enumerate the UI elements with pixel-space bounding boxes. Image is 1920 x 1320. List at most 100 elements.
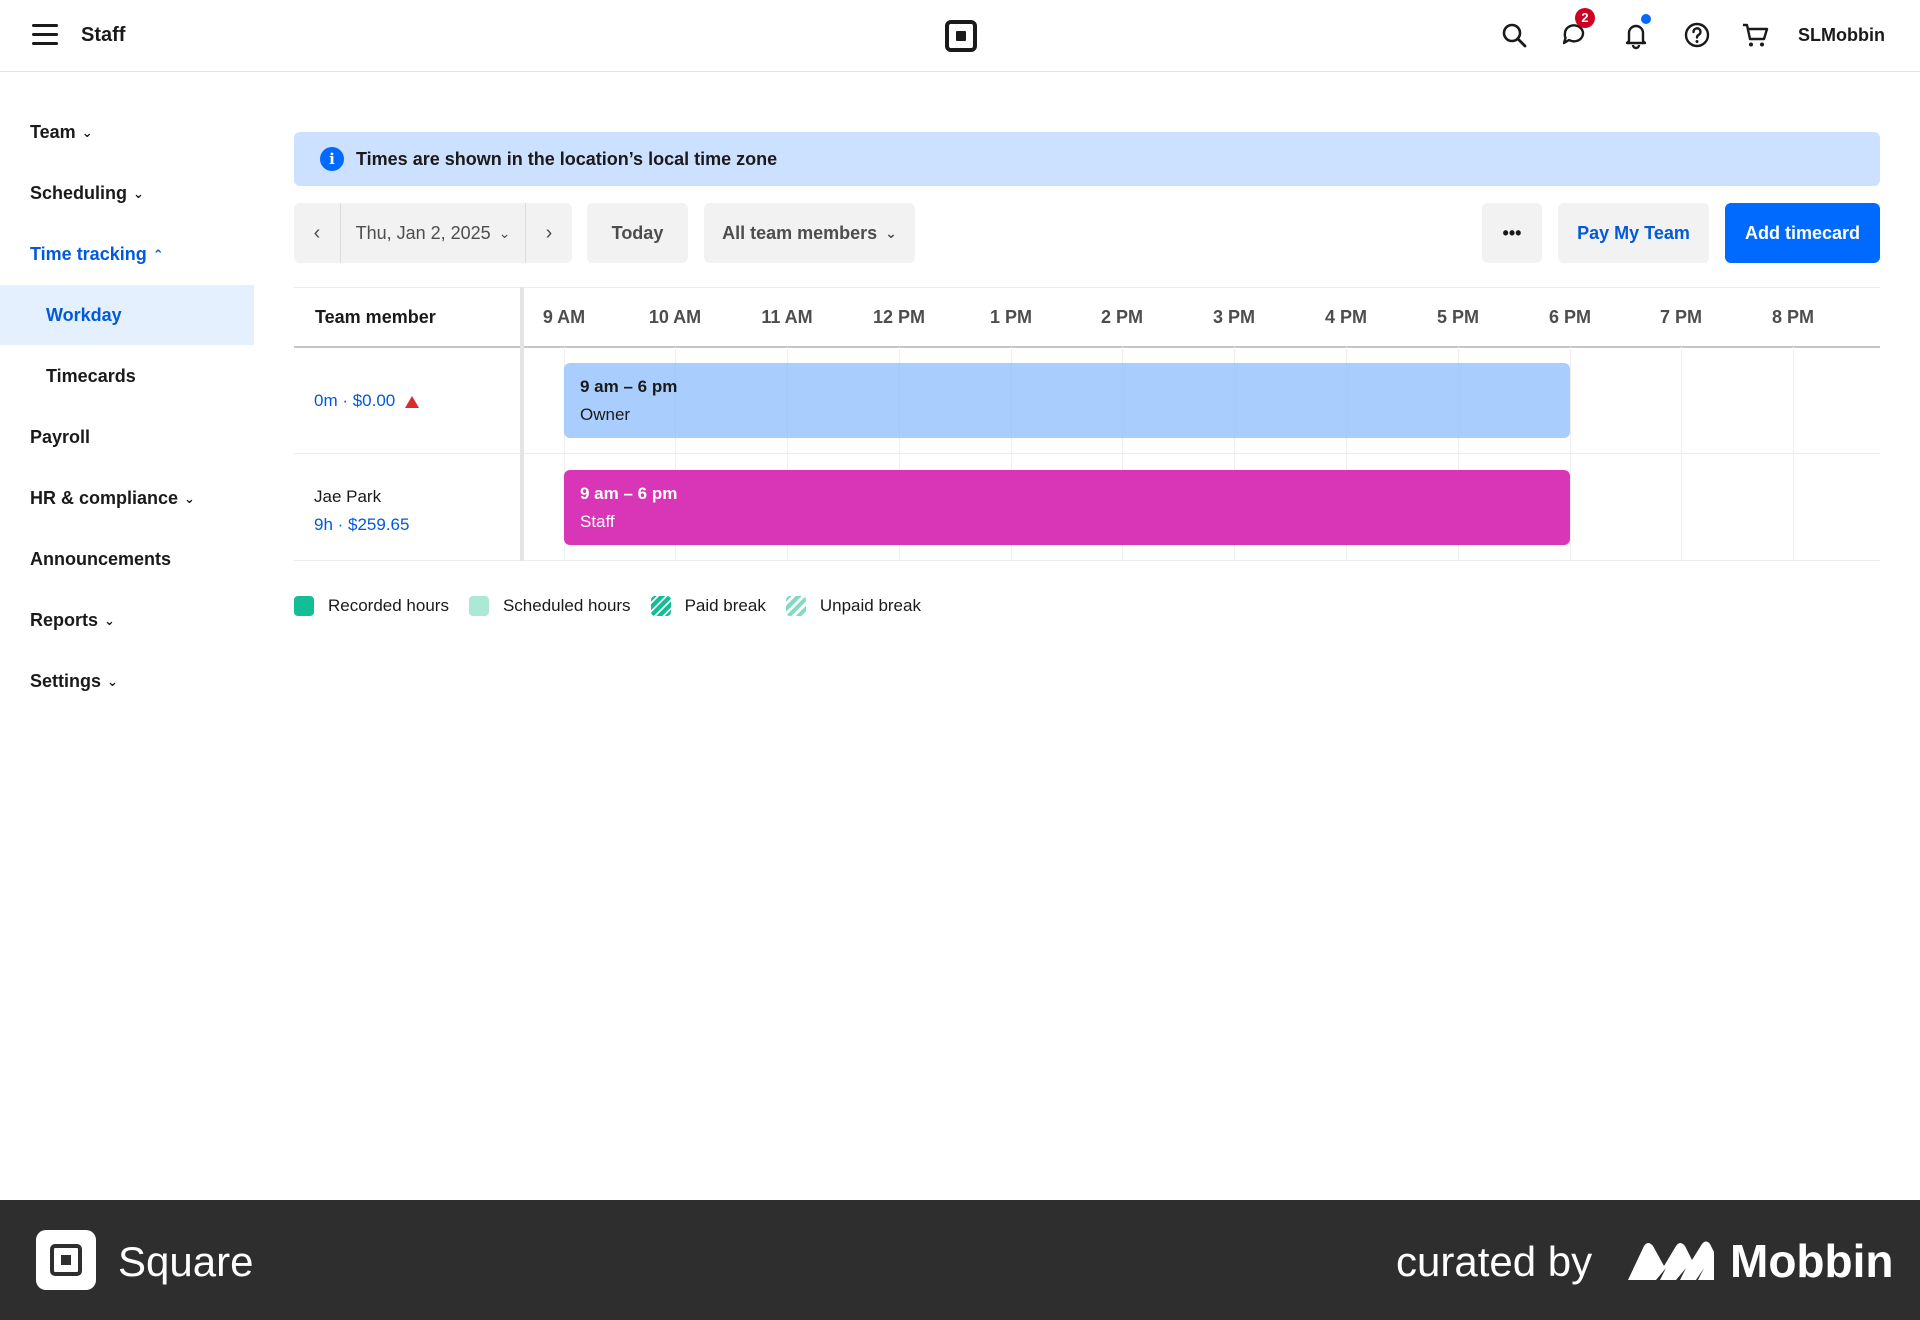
more-options-button[interactable]: •••: [1482, 203, 1542, 263]
sidebar-item-label: Reports: [30, 610, 99, 630]
team-member-name: Jae Park: [314, 487, 382, 506]
sidebar-item-label: Settings: [30, 671, 102, 691]
timezone-banner: i Times are shown in the location’s loca…: [294, 132, 1880, 186]
hour-label: 12 PM: [872, 307, 926, 327]
hour-label: 2 PM: [1100, 307, 1144, 327]
workday-timeline: Team member 9 AM 10 AM 11 AM 12 PM 1 PM …: [294, 287, 1880, 561]
sidebar-item-label: HR & compliance: [30, 488, 179, 508]
shift-block[interactable]: 9 am – 6 pm Owner: [564, 363, 1570, 438]
legend-label: Recorded hours: [328, 596, 449, 615]
hour-label: 6 PM: [1548, 307, 1592, 327]
pay-my-team-button[interactable]: Pay My Team: [1558, 203, 1709, 263]
sidebar-item-label: Payroll: [30, 427, 91, 447]
shift-time: 9 am – 6 pm: [580, 377, 678, 396]
bell-icon[interactable]: [1621, 14, 1651, 50]
previous-day-button[interactable]: ‹: [294, 203, 340, 263]
next-day-button[interactable]: ›: [526, 203, 572, 263]
date-navigator: ‹ Thu, Jan 2, 2025 ⌄ ›: [294, 203, 572, 263]
legend-label: Unpaid break: [819, 596, 921, 615]
date-picker[interactable]: Thu, Jan 2, 2025 ⌄: [340, 203, 526, 263]
footer-curated-text: curated by: [1396, 1238, 1593, 1285]
shift-time: 9 am – 6 pm: [580, 484, 678, 503]
mobbin-logo-icon: [1628, 1241, 1714, 1280]
sidebar-item-settings[interactable]: Settings ⌄: [30, 671, 118, 692]
sidebar-item-workday[interactable]: Workday: [0, 285, 254, 345]
sidebar-item-announcements[interactable]: Announcements: [30, 549, 171, 570]
square-logo-icon: [36, 1230, 96, 1290]
paid-break-swatch: [650, 596, 671, 616]
chevron-down-icon: ⌄: [184, 490, 195, 506]
sidebar-item-label: Scheduling: [30, 183, 128, 203]
add-timecard-button[interactable]: Add timecard: [1725, 203, 1880, 263]
messages-badge: 2: [1575, 8, 1595, 28]
sidebar-item-label: Team: [30, 122, 76, 142]
legend-label: Paid break: [684, 596, 766, 615]
sidebar-item-team[interactable]: Team ⌄: [30, 122, 93, 143]
legend-label: Scheduled hours: [502, 596, 631, 615]
hour-gridline: [1570, 347, 1571, 561]
team-member-column-header: Team member: [315, 307, 436, 327]
today-button[interactable]: Today: [587, 203, 688, 263]
grid-line: [294, 560, 1880, 561]
info-icon: i: [320, 147, 344, 171]
team-member-filter[interactable]: All team members ⌄: [704, 203, 915, 263]
chevron-down-icon: ⌄: [498, 224, 511, 241]
column-divider: [520, 287, 524, 561]
recorded-hours-swatch: [294, 596, 314, 616]
chevron-up-icon: ⌃: [152, 246, 164, 262]
sidebar: Team ⌄ Scheduling ⌄ Time tracking ⌃ Workday…: [0, 72, 254, 1200]
sidebar-item-timecards[interactable]: Timecards: [0, 346, 254, 406]
shift-role: Staff: [580, 512, 615, 531]
row-summary: 0m · $0.00: [314, 391, 396, 410]
hour-label: 11 AM: [761, 307, 813, 327]
hour-gridline: [1793, 347, 1794, 561]
legend-item: Unpaid break: [785, 596, 921, 616]
cart-icon[interactable]: [1740, 20, 1770, 50]
hour-label: 1 PM: [989, 307, 1033, 327]
banner-text: Times are shown in the location’s local …: [356, 148, 778, 169]
chevron-down-icon: ⌄: [133, 185, 144, 201]
sidebar-item-label: Time tracking: [30, 244, 147, 264]
square-logo-icon[interactable]: [945, 20, 977, 52]
unpaid-break-swatch: [785, 596, 806, 616]
legend-item: Recorded hours: [294, 596, 449, 616]
menu-icon[interactable]: [32, 24, 58, 46]
hour-label: 5 PM: [1436, 307, 1480, 327]
chevron-down-icon: ⌄: [81, 124, 93, 140]
footer-banner: Square curated by Mobbin: [0, 1200, 1920, 1320]
hour-gridline: [1681, 347, 1682, 561]
footer-brand: Square: [118, 1238, 254, 1285]
hour-label: 10 AM: [648, 307, 702, 327]
chevron-down-icon: ⌄: [104, 612, 115, 628]
sidebar-item-reports[interactable]: Reports ⌄: [30, 610, 115, 631]
hour-label: 9 AM: [542, 307, 586, 327]
team-member-row[interactable]: Jae Park 9h · $259.65: [314, 483, 409, 539]
sidebar-item-label: Announcements: [30, 549, 172, 569]
sidebar-item-time-tracking[interactable]: Time tracking ⌃: [30, 244, 164, 265]
hour-label: 7 PM: [1659, 307, 1703, 327]
sidebar-item-scheduling[interactable]: Scheduling ⌄: [30, 183, 144, 204]
help-icon[interactable]: [1682, 20, 1712, 50]
account-menu[interactable]: SLMobbin: [1798, 25, 1885, 46]
messages-icon[interactable]: 2: [1560, 8, 1595, 50]
shift-block[interactable]: 9 am – 6 pm Staff: [564, 470, 1570, 545]
footer-mobbin-wordmark: Mobbin: [1730, 1235, 1894, 1287]
search-icon[interactable]: [1499, 20, 1529, 50]
warning-icon: [405, 395, 420, 408]
grid-line: [294, 453, 1880, 454]
legend-item: Scheduled hours: [468, 596, 631, 616]
row-summary: 9h · $259.65: [314, 515, 410, 534]
legend-item: Paid break: [650, 596, 766, 616]
app-title: Staff: [81, 24, 126, 46]
date-label: Thu, Jan 2, 2025: [355, 222, 491, 243]
scheduled-hours-swatch: [468, 596, 489, 616]
chevron-down-icon: ⌄: [885, 224, 897, 241]
team-member-row[interactable]: 0m · $0.00: [314, 391, 420, 411]
hour-label: 4 PM: [1324, 307, 1368, 327]
chevron-down-icon: ⌄: [107, 673, 118, 689]
sidebar-item-hr-compliance[interactable]: HR & compliance ⌄: [30, 488, 195, 509]
chevron-right-icon: ›: [545, 221, 553, 244]
chevron-left-icon: ‹: [313, 221, 321, 244]
grid-line: [294, 287, 1880, 288]
sidebar-item-payroll[interactable]: Payroll: [30, 427, 90, 448]
